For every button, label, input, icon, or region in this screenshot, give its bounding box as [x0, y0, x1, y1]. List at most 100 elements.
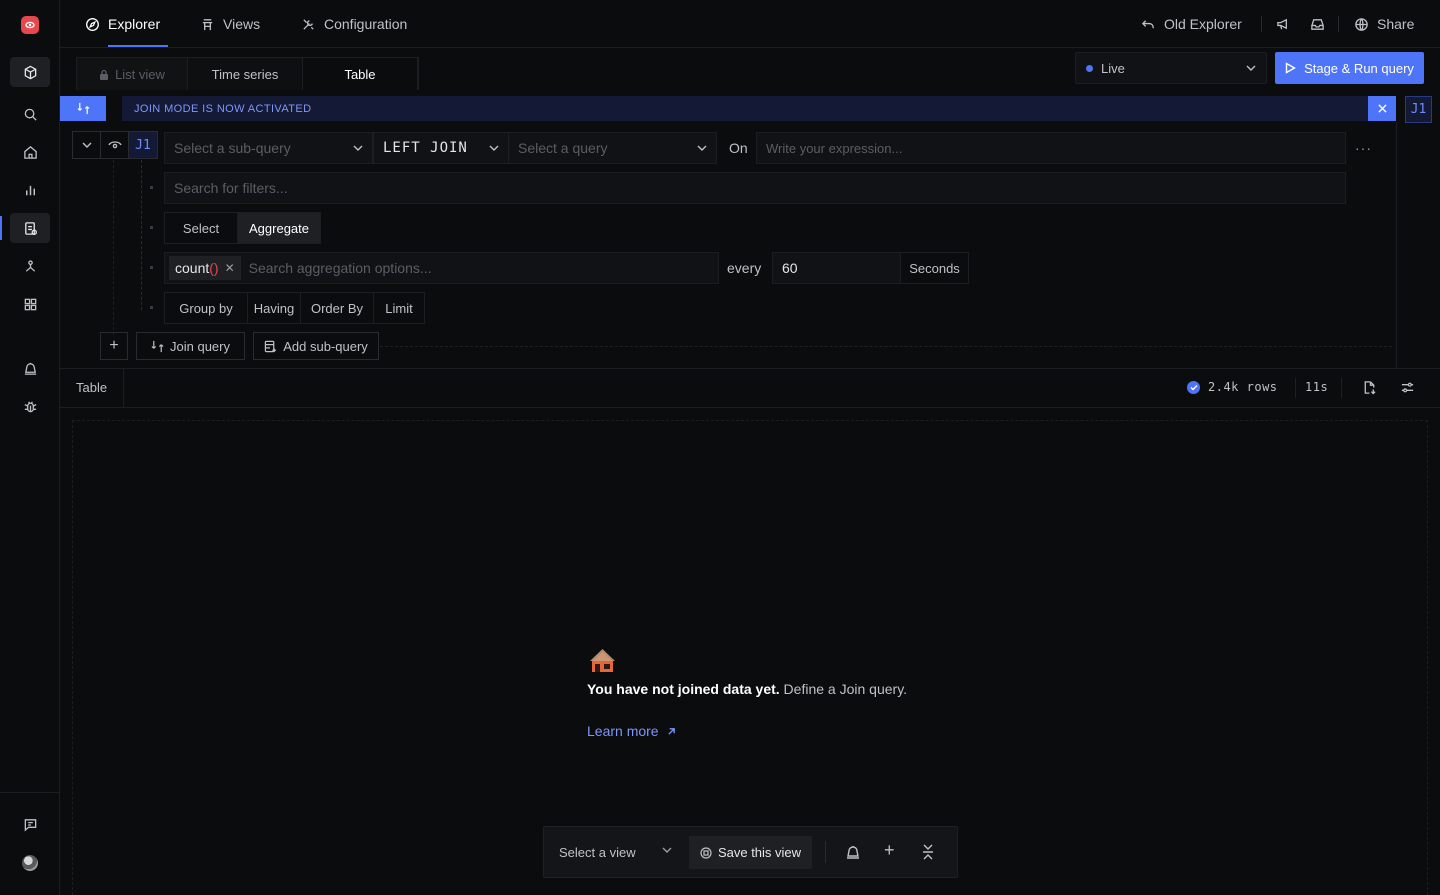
query-badge: J1: [129, 132, 157, 158]
query-header-controls: J1: [72, 131, 158, 159]
stage-run-query-label: Stage & Run query: [1304, 60, 1414, 76]
divider: [123, 368, 124, 408]
active-tab-underline: [108, 45, 168, 47]
traces-icon[interactable]: [10, 251, 50, 281]
old-explorer-label: Old Explorer: [1164, 16, 1242, 32]
bug-icon[interactable]: [10, 391, 50, 421]
subquery-select[interactable]: Select a sub-query: [164, 132, 373, 164]
query-placeholder: Select a query: [518, 140, 608, 156]
chevron-down-icon[interactable]: [662, 847, 672, 853]
announcement-icon[interactable]: [1276, 0, 1291, 48]
inbox-icon[interactable]: [1310, 0, 1325, 48]
tree-node: [150, 226, 153, 229]
tab-list-view[interactable]: List view: [77, 58, 188, 90]
search-icon[interactable]: [10, 99, 50, 129]
mode-aggregate[interactable]: Aggregate: [238, 213, 320, 243]
alert-bell-icon[interactable]: [845, 844, 861, 860]
tab-configuration[interactable]: Configuration: [301, 0, 407, 48]
explorer-cube-icon[interactable]: [10, 57, 50, 87]
join-mode-banner: JOIN MODE IS NOW ACTIVATED: [122, 96, 1368, 121]
share-button[interactable]: Share: [1354, 0, 1414, 48]
learn-more-link[interactable]: Learn more: [587, 723, 676, 739]
avatar[interactable]: [22, 855, 38, 871]
active-indicator: [0, 216, 2, 240]
grid-icon[interactable]: [10, 289, 50, 319]
join-query-button[interactable]: Join query: [136, 332, 245, 360]
add-subquery-button[interactable]: Add sub-query: [253, 332, 379, 360]
divider: [380, 346, 1392, 347]
tab-time-series[interactable]: Time series: [188, 58, 303, 90]
view-toolbar: Select a view Save this view +: [543, 826, 958, 878]
download-icon[interactable]: [1362, 380, 1377, 395]
results-panel: [72, 420, 1428, 895]
join-query-label: Join query: [170, 338, 230, 354]
view-select[interactable]: Select a view: [559, 845, 636, 860]
save-disk-icon: [700, 846, 712, 859]
join-badge[interactable]: J1: [1405, 96, 1432, 123]
mode-select[interactable]: Select: [165, 213, 238, 243]
results-tab-table[interactable]: Table: [76, 380, 107, 395]
aggregation-chip-parens: (): [209, 260, 219, 276]
share-label: Share: [1377, 16, 1415, 32]
join-type-value: LEFT JOIN: [383, 140, 468, 156]
join-mode-toggle[interactable]: [60, 96, 106, 121]
interval-unit-select[interactable]: Seconds: [901, 253, 968, 283]
limit-button[interactable]: Limit: [374, 293, 424, 323]
app-logo-icon[interactable]: [21, 16, 39, 34]
collapse-icon[interactable]: [921, 844, 935, 860]
interval-value-input[interactable]: 60: [773, 253, 901, 283]
having-button[interactable]: Having: [248, 293, 301, 323]
tab-configuration-label: Configuration: [324, 16, 408, 32]
bar-chart-icon[interactable]: [10, 175, 50, 205]
collapse-button[interactable]: [73, 132, 101, 158]
globe-icon: [1354, 17, 1369, 32]
empty-state-text: Define a Join query.: [779, 681, 908, 697]
query-select[interactable]: Select a query: [508, 132, 717, 164]
time-range-select[interactable]: Live: [1075, 52, 1267, 84]
nav-divider: [1338, 16, 1339, 32]
remove-chip-icon[interactable]: ✕: [225, 261, 235, 275]
tab-views[interactable]: Views: [200, 0, 260, 48]
old-explorer-link[interactable]: Old Explorer: [1141, 0, 1242, 48]
home-icon[interactable]: [10, 137, 50, 167]
join-expression-input[interactable]: Write your expression...: [756, 132, 1346, 164]
hut-icon: [588, 647, 617, 674]
live-dot-icon: [1086, 64, 1093, 72]
query-time: 11s: [1305, 380, 1329, 394]
divider: [60, 368, 1440, 369]
add-subquery-label: Add sub-query: [283, 338, 368, 354]
tree-connector: [141, 160, 142, 310]
close-join-mode-button[interactable]: [1368, 96, 1396, 121]
join-type-select[interactable]: LEFT JOIN: [373, 132, 509, 164]
save-view-button[interactable]: Save this view: [689, 836, 812, 869]
query-mode-toggle: Select Aggregate: [164, 212, 321, 244]
add-query-button[interactable]: +: [100, 332, 128, 360]
join-icon: [151, 340, 164, 353]
aggregation-input[interactable]: count() ✕ Search aggregation options...: [164, 252, 719, 284]
settings-sliders-icon[interactable]: [1400, 380, 1415, 395]
aggregation-chip[interactable]: count() ✕: [169, 256, 241, 280]
tree-node: [150, 186, 153, 189]
lock-icon: [99, 69, 109, 80]
tab-table[interactable]: Table: [303, 58, 418, 90]
stage-run-query-button[interactable]: Stage & Run query: [1275, 52, 1424, 84]
close-icon: [1377, 104, 1387, 113]
compass-icon: [85, 17, 100, 32]
chevron-down-icon: [697, 145, 707, 151]
tab-views-label: Views: [223, 16, 261, 32]
subquery-placeholder: Select a sub-query: [174, 140, 291, 156]
chat-icon[interactable]: [10, 809, 50, 839]
logs-icon[interactable]: [10, 213, 50, 243]
add-icon[interactable]: +: [884, 840, 895, 861]
more-options-icon[interactable]: ···: [1355, 140, 1372, 156]
chevron-down-icon: [489, 145, 499, 151]
tab-explorer[interactable]: Explorer: [85, 0, 160, 48]
divider: [1341, 378, 1342, 398]
save-view-label: Save this view: [717, 845, 802, 860]
visibility-toggle[interactable]: [101, 132, 129, 158]
alert-bell-icon[interactable]: [10, 353, 50, 383]
group-by-button[interactable]: Group by: [165, 293, 248, 323]
views-icon: [200, 17, 215, 32]
filter-search-input[interactable]: Search for filters...: [164, 172, 1346, 204]
order-by-button[interactable]: Order By: [301, 293, 374, 323]
